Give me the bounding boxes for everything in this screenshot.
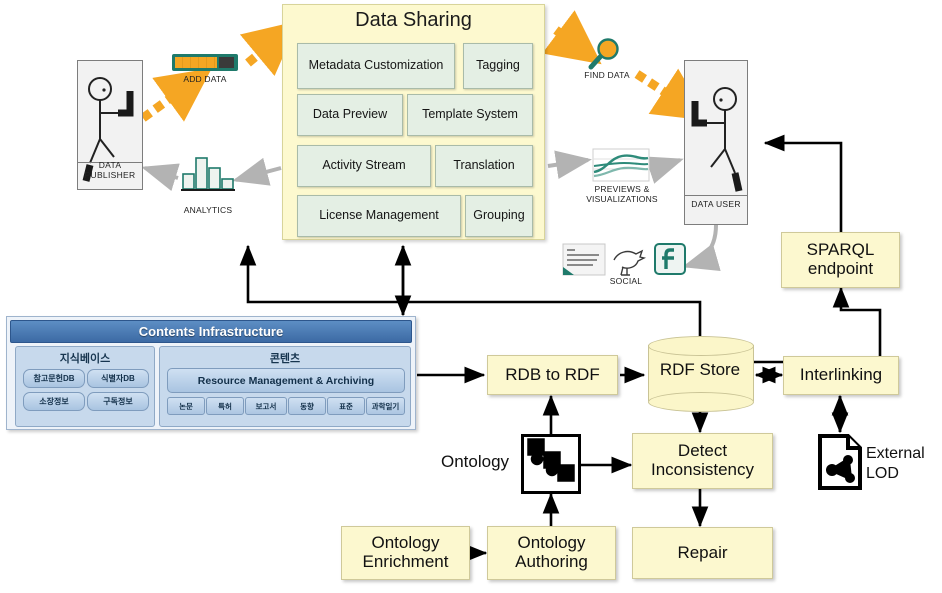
- ontology-authoring-line1: Ontology: [517, 533, 586, 553]
- ontology-authoring-box[interactable]: Ontology Authoring: [487, 526, 616, 580]
- ontology-enrichment-line2: Enrichment: [362, 552, 449, 571]
- data-sharing-title: Data Sharing: [355, 9, 472, 31]
- content-tag-2[interactable]: 보고서: [245, 397, 287, 415]
- ontology-enrichment-line1: Ontology: [371, 533, 440, 553]
- rdf-store-label: RDF Store: [659, 360, 741, 379]
- external-lod-label: External LOD: [866, 445, 925, 482]
- feature-data-preview[interactable]: Data Preview: [297, 94, 403, 136]
- add-data-icon: [172, 54, 238, 71]
- actor-data-user: DATA USER: [684, 60, 748, 225]
- feature-tagging[interactable]: Tagging: [463, 43, 533, 89]
- analytics-caption: ANALYTICS: [183, 205, 233, 215]
- feature-activity-stream[interactable]: Activity Stream: [297, 145, 431, 187]
- sparql-endpoint-line2: endpoint: [807, 259, 874, 278]
- content-tag-4[interactable]: 표준: [327, 397, 365, 415]
- feature-grouping[interactable]: Grouping: [465, 195, 533, 237]
- analytics-icon: [180, 152, 236, 192]
- detect-line2: Inconsistency: [651, 460, 754, 479]
- content-tag-0[interactable]: 논문: [167, 397, 205, 415]
- find-data-caption: FIND DATA: [584, 70, 630, 80]
- external-lod-icon: [818, 434, 862, 490]
- rdf-store-cylinder[interactable]: RDF Store: [648, 336, 754, 412]
- feature-license-management[interactable]: License Management: [297, 195, 461, 237]
- kb-item-0[interactable]: 참고문헌DB: [23, 369, 85, 388]
- previews-visualizations-caption: PREVIEWS & VISUALIZATIONS: [586, 184, 658, 205]
- detect-line1: Detect: [677, 441, 728, 461]
- content-tag-1[interactable]: 특허: [206, 397, 244, 415]
- sparql-endpoint-box[interactable]: SPARQL endpoint: [781, 232, 900, 288]
- feature-metadata-customization[interactable]: Metadata Customization: [297, 43, 455, 89]
- rdb-to-rdf-box[interactable]: RDB to RDF: [487, 355, 618, 395]
- contents-group: 콘텐츠 Resource Management & Archiving 논문 특…: [159, 346, 411, 427]
- social-icons: [562, 243, 686, 277]
- knowledge-base-group: 지식베이스 참고문헌DB 식별자DB 소장정보 구독정보: [15, 346, 155, 427]
- ontology-graph-icon[interactable]: [521, 434, 581, 494]
- kb-item-2[interactable]: 소장정보: [23, 392, 85, 411]
- diagram-canvas: Data Sharing Metadata Customization Tagg…: [0, 0, 942, 593]
- detect-inconsistency-box[interactable]: Detect Inconsistency: [632, 433, 773, 489]
- previews-visualizations-icon: [592, 148, 650, 182]
- kb-item-3[interactable]: 구독정보: [87, 392, 149, 411]
- actor-data-publisher-label: DATA PUBLISHER: [84, 160, 136, 181]
- repair-box[interactable]: Repair: [632, 527, 773, 579]
- interlinking-box[interactable]: Interlinking: [783, 356, 899, 395]
- find-data-icon: [588, 38, 624, 70]
- feature-translation[interactable]: Translation: [435, 145, 533, 187]
- ontology-label: Ontology: [441, 452, 510, 471]
- sparql-endpoint-line1: SPARQL: [806, 240, 875, 260]
- resource-management-archiving[interactable]: Resource Management & Archiving: [167, 368, 405, 393]
- contents-title: 콘텐츠: [269, 353, 301, 365]
- content-tag-5[interactable]: 과학일기: [366, 397, 405, 415]
- feature-template-system[interactable]: Template System: [407, 94, 533, 136]
- ontology-authoring-line2: Authoring: [515, 552, 588, 571]
- actor-data-user-label: DATA USER: [691, 199, 741, 210]
- add-data-caption: ADD DATA: [183, 74, 227, 84]
- social-caption: SOCIAL: [609, 276, 643, 286]
- kb-item-1[interactable]: 식별자DB: [87, 369, 149, 388]
- data-sharing-panel: Data Sharing Metadata Customization Tagg…: [282, 4, 545, 240]
- contents-infrastructure-header: Contents Infrastructure: [10, 320, 412, 343]
- actor-data-publisher: DATA PUBLISHER: [77, 60, 143, 190]
- ontology-enrichment-box[interactable]: Ontology Enrichment: [341, 526, 470, 580]
- contents-infrastructure-panel: Contents Infrastructure 지식베이스 참고문헌DB 식별자…: [6, 316, 416, 430]
- knowledge-base-title: 지식베이스: [59, 353, 111, 365]
- content-tag-3[interactable]: 동향: [288, 397, 326, 415]
